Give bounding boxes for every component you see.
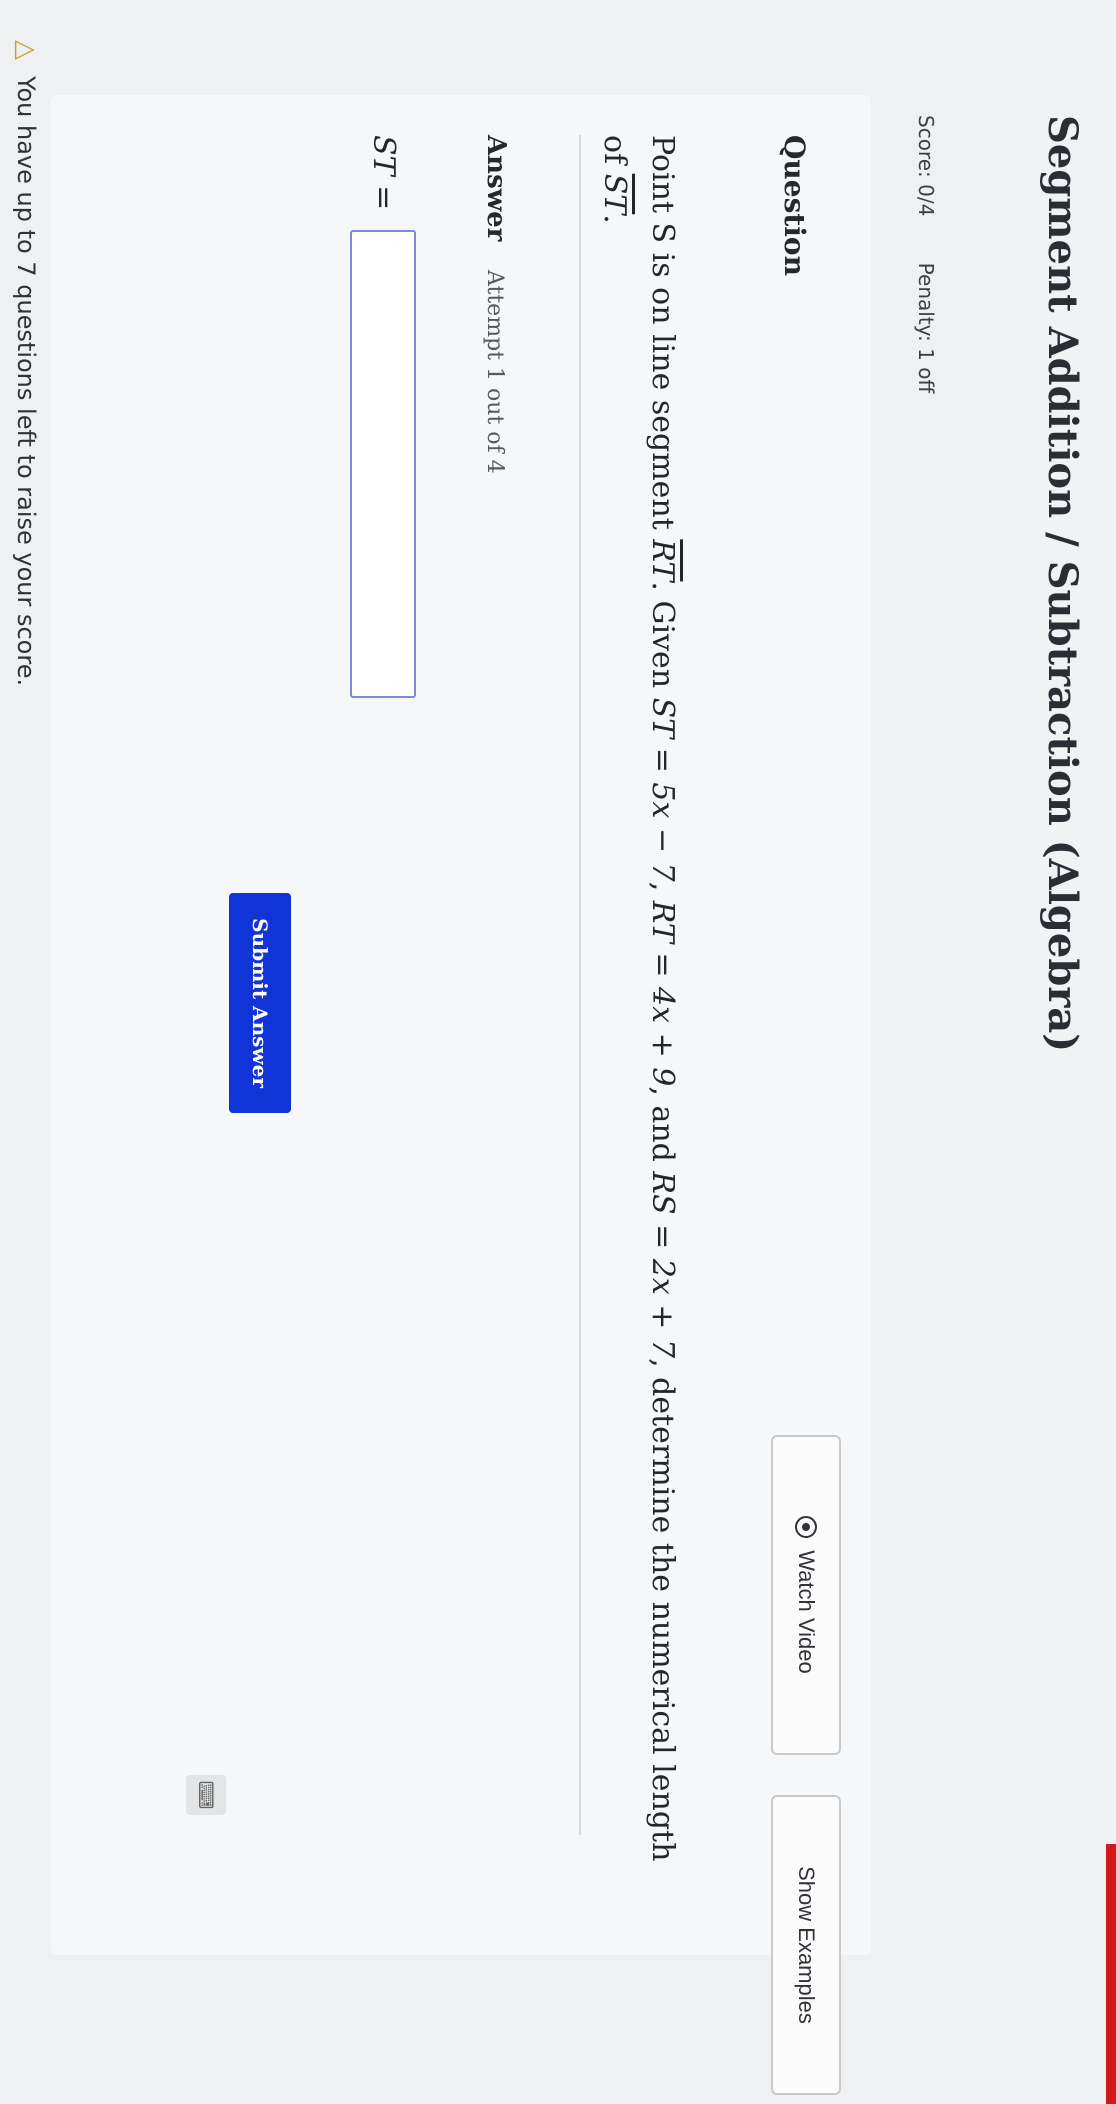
attempt-counter: Attempt 1 out of 4 — [482, 270, 507, 474]
answer-label: ST = — [366, 135, 401, 211]
score-text: Score: 0/4 — [914, 115, 938, 217]
browser-edge — [1106, 1844, 1116, 2104]
segment-rt: RT — [645, 539, 680, 582]
page: Segment Addition / Subtraction (Algebra)… — [0, 0, 1116, 2104]
show-examples-label: Show Examples — [794, 1866, 819, 2024]
question-text-part: , and — [645, 1086, 680, 1172]
question-heading: Question — [778, 135, 811, 276]
answer-heading: Answer — [481, 135, 511, 242]
watch-video-button[interactable]: Watch Video — [771, 1435, 841, 1755]
footer-note: △ You have up to 7 questions left to rai… — [11, 40, 41, 686]
st-expression: ST = 5x − 7 — [645, 697, 680, 882]
app-header: Segment Addition / Subtraction (Algebra) — [991, 0, 1116, 2104]
keyboard-icon[interactable]: ⌨ — [186, 1775, 226, 1815]
rs-expression: RS = 2x + 7 — [645, 1171, 680, 1359]
segment-st: ST — [597, 173, 632, 215]
page-title: Segment Addition / Subtraction (Algebra) — [1039, 115, 1086, 1053]
show-examples-button[interactable]: Show Examples — [771, 1795, 841, 2095]
question-text-part: . — [597, 214, 632, 224]
warning-triangle-icon: △ — [11, 40, 41, 60]
question-text-part: Point S is on line segment — [645, 135, 680, 540]
answer-input[interactable] — [350, 230, 416, 698]
penalty-text: Penalty: 1 off — [914, 262, 938, 394]
question-text: Point S is on line segment RT. Given ST … — [590, 135, 686, 1895]
rt-expression: RT = 4x + 9 — [645, 900, 680, 1087]
question-text-part: , — [645, 881, 680, 901]
submit-answer-button[interactable]: Submit Answer — [229, 893, 291, 1113]
question-card: Question Watch Video Show Examples Point… — [51, 95, 871, 2095]
warning-text: You have up to 7 questions left to raise… — [12, 76, 40, 687]
question-text-part: . Given — [645, 581, 680, 698]
score-bar: Score: 0/4 Penalty: 1 off — [914, 115, 938, 433]
play-circle-icon — [795, 1516, 817, 1539]
divider — [579, 135, 581, 1835]
watch-video-label: Watch Video — [794, 1550, 819, 1674]
